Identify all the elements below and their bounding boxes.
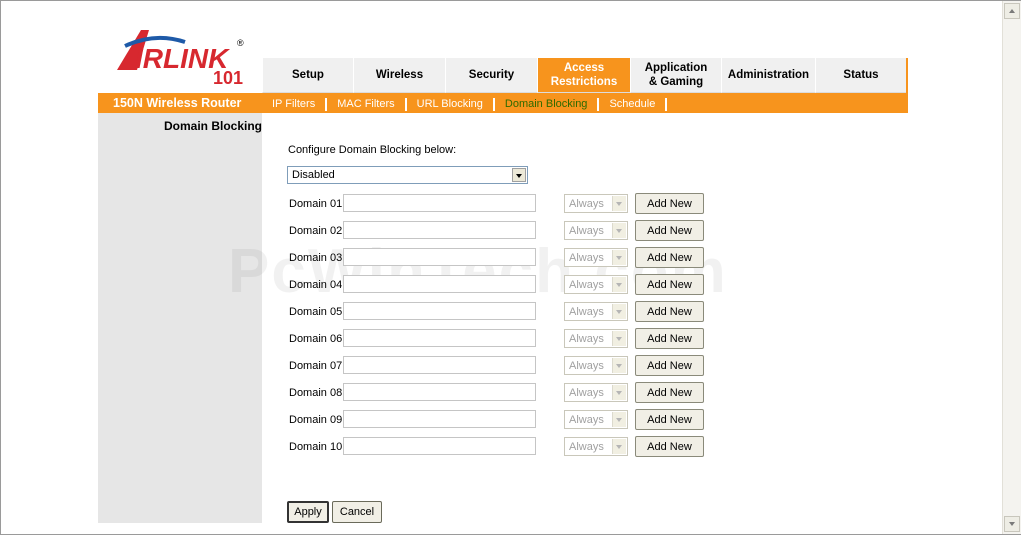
- domain-input[interactable]: [343, 356, 536, 374]
- schedule-value: Always: [569, 306, 604, 318]
- schedule-value: Always: [569, 360, 604, 372]
- vertical-scrollbar[interactable]: [1002, 1, 1021, 534]
- scroll-up-icon[interactable]: [1004, 3, 1020, 19]
- schedule-select[interactable]: Always: [564, 302, 628, 321]
- section-label: Domain Blocking: [163, 119, 262, 133]
- tab-wireless[interactable]: Wireless: [353, 58, 445, 93]
- domain-input[interactable]: [343, 410, 536, 428]
- schedule-select[interactable]: Always: [564, 248, 628, 267]
- schedule-select[interactable]: Always: [564, 221, 628, 240]
- domain-label: Domain 10:: [289, 441, 346, 453]
- schedule-select[interactable]: Always: [564, 194, 628, 213]
- domain-label: Domain 04:: [289, 279, 346, 291]
- domain-label: Domain 08:: [289, 387, 346, 399]
- domain-label: Domain 09:: [289, 414, 346, 426]
- subtab-domain-blocking[interactable]: Domain Blocking: [495, 98, 600, 111]
- subtabs: IP Filters MAC Filters URL Blocking Doma…: [262, 98, 668, 111]
- chevron-down-icon[interactable]: [612, 277, 626, 292]
- subtab-url-blocking[interactable]: URL Blocking: [407, 98, 495, 111]
- domain-label: Domain 06:: [289, 333, 346, 345]
- schedule-select[interactable]: Always: [564, 356, 628, 375]
- add-new-button[interactable]: Add New: [635, 355, 704, 376]
- domain-input[interactable]: [343, 302, 536, 320]
- router-title: 150N Wireless Router: [113, 96, 242, 110]
- subtab-mac-filters[interactable]: MAC Filters: [327, 98, 407, 111]
- domain-input[interactable]: [343, 221, 536, 239]
- schedule-select[interactable]: Always: [564, 383, 628, 402]
- schedule-select[interactable]: Always: [564, 437, 628, 456]
- chevron-down-icon[interactable]: [612, 358, 626, 373]
- add-new-button[interactable]: Add New: [635, 328, 704, 349]
- domain-input[interactable]: [343, 383, 536, 401]
- schedule-value: Always: [569, 198, 604, 210]
- mode-select-value: Disabled: [292, 169, 335, 181]
- scroll-down-icon[interactable]: [1004, 516, 1020, 532]
- schedule-select[interactable]: Always: [564, 275, 628, 294]
- schedule-value: Always: [569, 414, 604, 426]
- schedule-value: Always: [569, 225, 604, 237]
- tab-administration[interactable]: Administration: [721, 58, 815, 93]
- add-new-button[interactable]: Add New: [635, 409, 704, 430]
- tab-setup[interactable]: Setup: [262, 58, 353, 93]
- schedule-value: Always: [569, 387, 604, 399]
- domain-input[interactable]: [343, 248, 536, 266]
- svg-text:®: ®: [237, 38, 244, 48]
- domain-label: Domain 01:: [289, 198, 346, 210]
- domain-label: Domain 02:: [289, 225, 346, 237]
- add-new-button[interactable]: Add New: [635, 301, 704, 322]
- chevron-down-icon[interactable]: [612, 304, 626, 319]
- add-new-button[interactable]: Add New: [635, 274, 704, 295]
- add-new-button[interactable]: Add New: [635, 193, 704, 214]
- subtab-ip-filters[interactable]: IP Filters: [262, 98, 328, 111]
- domain-input[interactable]: [343, 275, 536, 293]
- tab-security[interactable]: Security: [445, 58, 537, 93]
- tab-application-gaming[interactable]: Application & Gaming: [630, 58, 721, 93]
- domain-label: Domain 05:: [289, 306, 346, 318]
- domain-input[interactable]: [343, 194, 536, 212]
- schedule-value: Always: [569, 441, 604, 453]
- chevron-down-icon[interactable]: [612, 439, 626, 454]
- config-label: Configure Domain Blocking below:: [288, 144, 457, 156]
- chevron-down-icon[interactable]: [612, 385, 626, 400]
- chevron-down-icon[interactable]: [612, 196, 626, 211]
- schedule-value: Always: [569, 279, 604, 291]
- tab-edge: [906, 58, 908, 93]
- subtab-schedule[interactable]: Schedule: [599, 98, 668, 111]
- chevron-down-icon[interactable]: [612, 223, 626, 238]
- tab-status[interactable]: Status: [815, 58, 906, 93]
- schedule-select[interactable]: Always: [564, 329, 628, 348]
- schedule-select[interactable]: Always: [564, 410, 628, 429]
- chevron-down-icon[interactable]: [612, 250, 626, 265]
- domain-label: Domain 07:: [289, 360, 346, 372]
- chevron-down-icon[interactable]: [512, 168, 526, 182]
- chevron-down-icon[interactable]: [612, 331, 626, 346]
- cancel-button[interactable]: Cancel: [332, 501, 382, 523]
- left-panel: [98, 113, 262, 523]
- add-new-button[interactable]: Add New: [635, 247, 704, 268]
- domain-label: Domain 03:: [289, 252, 346, 264]
- tab-access-restrictions[interactable]: Access Restrictions: [537, 58, 630, 93]
- mode-select[interactable]: Disabled: [287, 166, 528, 184]
- add-new-button[interactable]: Add New: [635, 220, 704, 241]
- apply-button[interactable]: Apply: [287, 501, 329, 523]
- domain-input[interactable]: [343, 329, 536, 347]
- schedule-value: Always: [569, 333, 604, 345]
- main-tabs: Setup Wireless Security Access Restricti…: [262, 58, 908, 93]
- add-new-button[interactable]: Add New: [635, 382, 704, 403]
- schedule-value: Always: [569, 252, 604, 264]
- chevron-down-icon[interactable]: [612, 412, 626, 427]
- airlink-logo: IRLINK ® 101: [117, 30, 244, 86]
- logo-number: 101: [213, 68, 243, 86]
- domain-input[interactable]: [343, 437, 536, 455]
- add-new-button[interactable]: Add New: [635, 436, 704, 457]
